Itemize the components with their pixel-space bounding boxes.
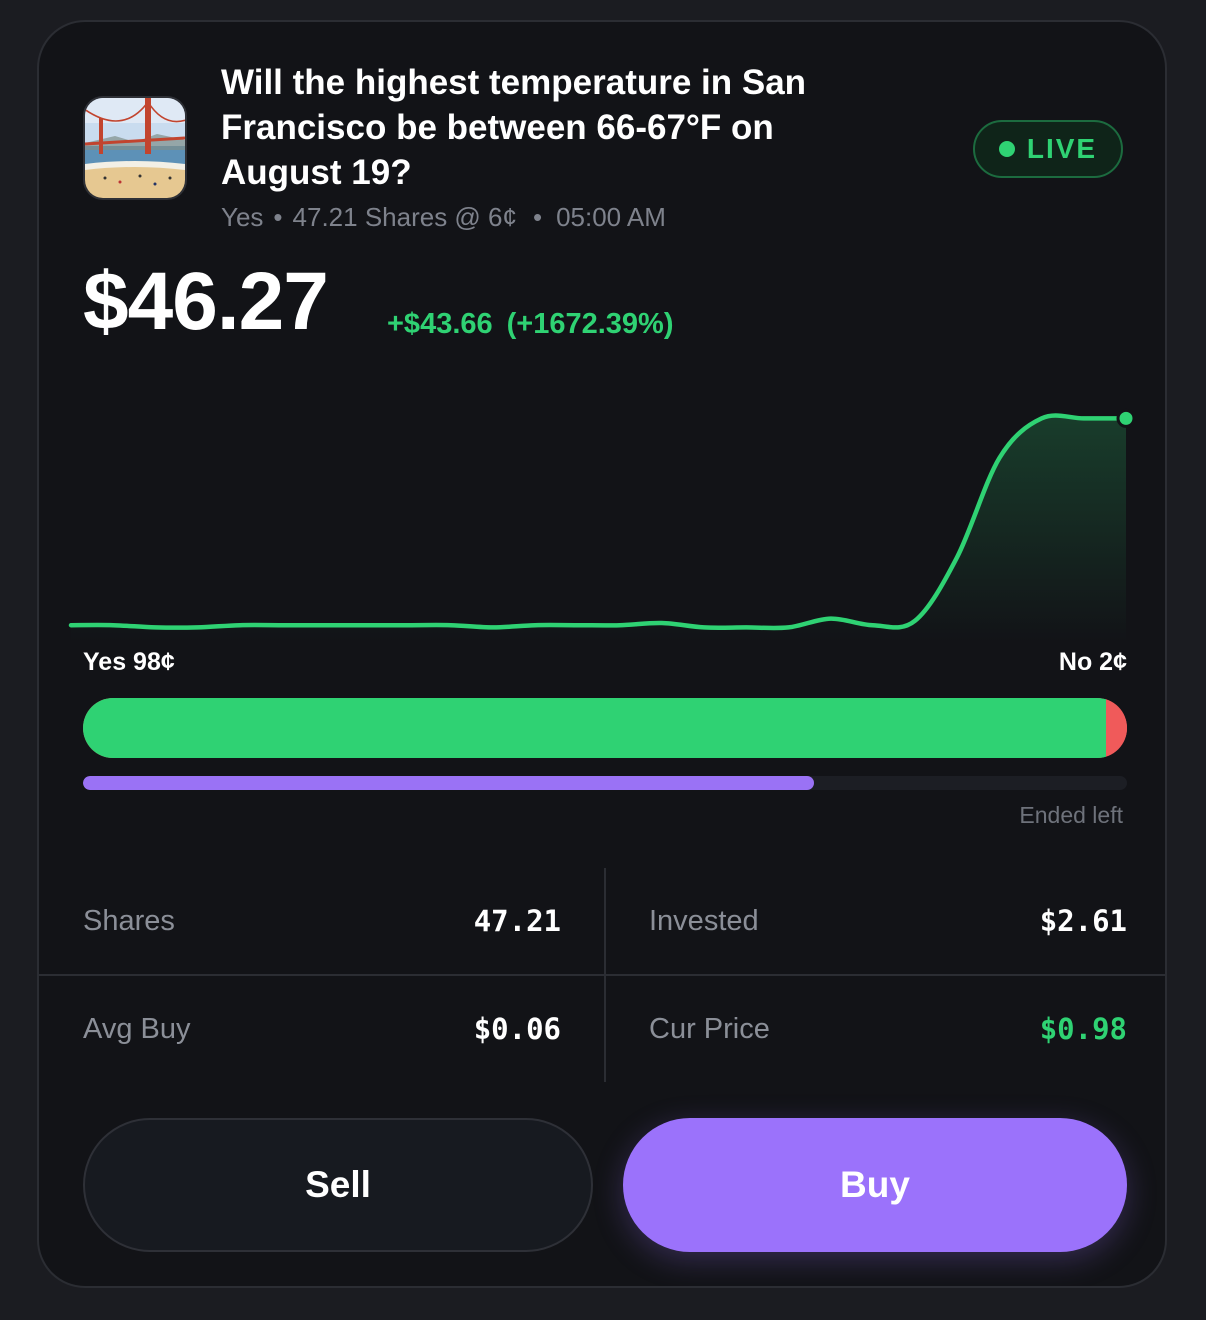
live-label: LIVE xyxy=(1026,133,1098,164)
yes-probability-label: Yes 98¢ xyxy=(83,648,175,676)
stat-cur-price: Cur Price $0.98 xyxy=(649,976,1127,1082)
live-status-badge: LIVE xyxy=(973,120,1123,178)
stat-label: Invested xyxy=(649,904,759,937)
probability-bar xyxy=(83,698,1127,758)
stat-invested: Invested $2.61 xyxy=(649,868,1127,974)
stat-value: $0.98 xyxy=(1039,1012,1127,1046)
meta-side: Yes xyxy=(221,202,264,232)
live-dot-icon xyxy=(998,141,1015,157)
yes-probability-fill xyxy=(83,698,1107,758)
price-chart[interactable] xyxy=(39,382,1167,642)
timeline-progress-bar xyxy=(83,776,1127,790)
meta-time: 05:00 AM xyxy=(556,202,666,232)
stat-label: Shares xyxy=(83,904,175,937)
chart-current-point xyxy=(1116,408,1136,428)
meta-shares: 47.21 Shares @ 6¢ xyxy=(292,202,517,232)
position-meta: Yes • 47.21 Shares @ 6¢ • 05:00 AM xyxy=(221,202,666,233)
change-percent: (+1672.39%) xyxy=(506,308,674,340)
position-change: +$43.66 (+1672.39%) xyxy=(387,308,674,341)
buy-button[interactable]: Buy xyxy=(623,1118,1127,1252)
stat-label: Cur Price xyxy=(649,1012,770,1045)
position-stats: Shares 47.21 Invested $2.61 Avg Buy $0.0… xyxy=(39,868,1165,1082)
stat-shares: Shares 47.21 xyxy=(83,868,561,974)
golden-gate-bridge-thumbnail-icon xyxy=(85,98,185,198)
stat-value: $2.61 xyxy=(1039,904,1127,938)
no-probability-label: No 2¢ xyxy=(1058,648,1127,676)
separator-dot: • xyxy=(273,202,283,232)
separator-dot: • xyxy=(532,202,543,232)
timeline-progress-fill xyxy=(83,776,814,790)
stat-avg-buy: Avg Buy $0.06 xyxy=(83,976,561,1082)
change-amount: +$43.66 xyxy=(387,308,493,340)
sell-button[interactable]: Sell xyxy=(83,1118,593,1252)
position-value: $46.27 xyxy=(83,256,329,347)
no-probability-fill xyxy=(1106,698,1127,758)
position-card: Will the highest temperature in San Fran… xyxy=(37,20,1167,1288)
market-thumbnail xyxy=(83,96,187,200)
market-title: Will the highest temperature in San Fran… xyxy=(221,63,807,192)
timeline-label: Ended left xyxy=(1019,802,1123,828)
stat-label: Avg Buy xyxy=(83,1012,191,1045)
probability-labels: Yes 98¢ No 2¢ xyxy=(83,648,1127,677)
stat-value: $0.06 xyxy=(473,1012,561,1046)
stat-value: 47.21 xyxy=(473,904,561,938)
